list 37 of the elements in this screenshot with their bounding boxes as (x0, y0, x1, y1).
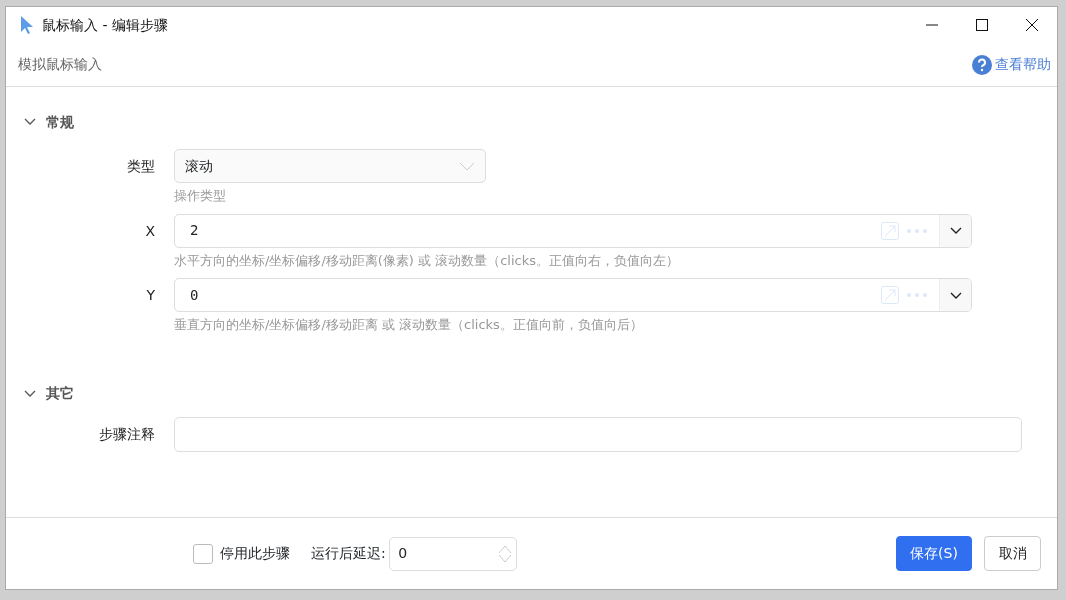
chevron-icon[interactable] (24, 118, 36, 126)
expression-field[interactable]: 2 (174, 213, 972, 248)
section-title: 其它 (46, 384, 74, 403)
more-icon[interactable] (907, 228, 927, 233)
cancel-button[interactable]: 取消 (984, 536, 1041, 571)
section-title: 常规 (46, 112, 74, 132)
chevron-down-icon (459, 161, 475, 171)
delay-spinner[interactable]: 0 (389, 536, 518, 571)
chevron-down-icon (949, 227, 962, 234)
help-icon (972, 54, 992, 75)
field-hint: 垂直方向的坐标/坐标偏移/移动距离 或 滚动数量（clicks。正值向前，负值向后） (174, 316, 644, 334)
field-label: 步骤注释 (98, 424, 156, 444)
subtitle: 模拟鼠标输入 (18, 55, 102, 74)
chevron-icon[interactable] (24, 389, 36, 398)
expand-icon[interactable] (881, 286, 899, 304)
close-icon (1026, 19, 1038, 31)
maximize-icon (976, 19, 988, 31)
expression-field[interactable]: 0 (174, 278, 972, 312)
cursor-icon (20, 15, 34, 35)
field-label: X (144, 221, 156, 241)
comment-field[interactable] (174, 416, 1022, 452)
dropdown-button[interactable] (939, 279, 971, 311)
more-icon[interactable] (907, 293, 927, 297)
type-dropdown[interactable]: 滚动 (174, 149, 486, 183)
save-button[interactable]: 保存(S) (896, 536, 972, 571)
chevron-down-icon (949, 291, 962, 299)
field-hint: 水平方向的坐标/坐标偏移/移动距离(像素) 或 滚动数量（clicks。正值向右，负值向左） (174, 251, 680, 270)
checkbox-label: 停用此步骤 (220, 544, 290, 563)
checkbox[interactable] (193, 543, 213, 564)
help-link[interactable]: 查看帮助 (972, 54, 1051, 75)
field-label: Y (145, 286, 156, 305)
delay-label: 运行后延迟: (311, 544, 386, 563)
field-hint: 操作类型 (174, 187, 227, 205)
dropdown-button[interactable] (939, 214, 971, 247)
expand-icon[interactable] (881, 221, 899, 240)
window-title: 鼠标输入 - 编辑步骤 (42, 15, 168, 35)
field-label: 类型 (126, 157, 156, 176)
